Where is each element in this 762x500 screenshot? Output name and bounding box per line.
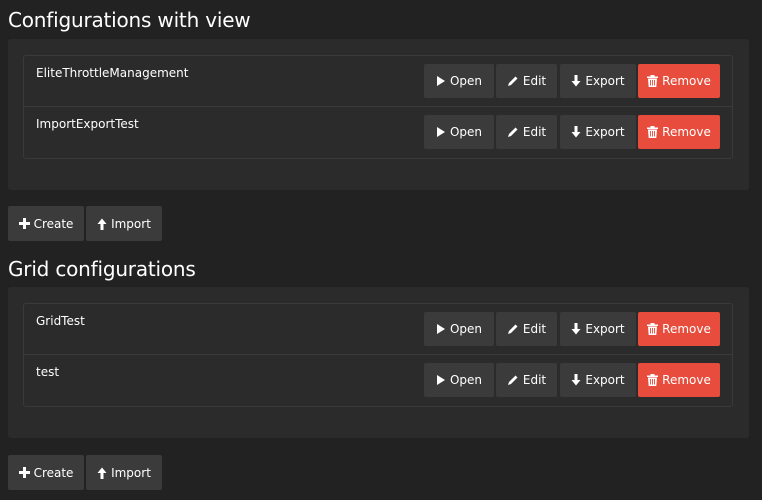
list-item: ImportExportTest Open Edit Export Remove xyxy=(24,107,732,158)
arrow-down-icon xyxy=(571,126,581,138)
play-icon xyxy=(436,127,445,137)
edit-button[interactable]: Edit xyxy=(496,312,557,346)
remove-button[interactable]: Remove xyxy=(638,115,720,149)
views-panel: EliteThrottleManagement Open Edit Export… xyxy=(8,39,749,190)
pencil-icon xyxy=(507,324,518,334)
list-item: GridTest Open Edit Export Remove xyxy=(24,304,732,355)
remove-button[interactable]: Remove xyxy=(638,64,720,98)
edit-button[interactable]: Edit xyxy=(496,363,557,397)
arrow-up-icon xyxy=(97,467,107,479)
list-item: test Open Edit Export Remove xyxy=(24,355,732,406)
config-name: ImportExportTest xyxy=(36,117,139,131)
export-button[interactable]: Export xyxy=(560,115,636,149)
create-config-button[interactable]: Create xyxy=(8,206,84,241)
config-name: EliteThrottleManagement xyxy=(36,66,189,80)
import-config-button[interactable]: Import xyxy=(86,206,162,241)
grid-list: GridTest Open Edit Export Remove test Op… xyxy=(23,303,733,407)
section-title-views: Configurations with view xyxy=(8,8,251,32)
import-grid-button[interactable]: Import xyxy=(86,455,162,490)
trash-icon xyxy=(647,126,659,138)
trash-icon xyxy=(647,323,659,335)
open-button[interactable]: Open xyxy=(424,64,494,98)
views-list: EliteThrottleManagement Open Edit Export… xyxy=(23,55,733,159)
remove-button[interactable]: Remove xyxy=(638,312,720,346)
play-icon xyxy=(436,324,445,334)
open-button[interactable]: Open xyxy=(424,363,494,397)
list-item: EliteThrottleManagement Open Edit Export… xyxy=(24,56,732,107)
pencil-icon xyxy=(507,76,518,86)
edit-button[interactable]: Edit xyxy=(496,115,557,149)
arrow-up-icon xyxy=(97,218,107,230)
play-icon xyxy=(436,76,445,86)
create-grid-button[interactable]: Create xyxy=(8,455,84,490)
plus-icon xyxy=(18,467,30,478)
pencil-icon xyxy=(507,127,518,137)
plus-icon xyxy=(18,218,30,229)
open-button[interactable]: Open xyxy=(424,115,494,149)
config-name: test xyxy=(36,365,60,379)
config-name: GridTest xyxy=(36,314,85,328)
remove-button[interactable]: Remove xyxy=(638,363,720,397)
arrow-down-icon xyxy=(571,374,581,386)
open-button[interactable]: Open xyxy=(424,312,494,346)
grid-panel: GridTest Open Edit Export Remove test Op… xyxy=(8,287,749,438)
export-button[interactable]: Export xyxy=(560,363,636,397)
arrow-down-icon xyxy=(571,323,581,335)
pencil-icon xyxy=(507,375,518,385)
edit-button[interactable]: Edit xyxy=(496,64,557,98)
arrow-down-icon xyxy=(571,75,581,87)
trash-icon xyxy=(647,374,659,386)
play-icon xyxy=(436,375,445,385)
export-button[interactable]: Export xyxy=(560,312,636,346)
export-button[interactable]: Export xyxy=(560,64,636,98)
section-title-grid: Grid configurations xyxy=(8,257,196,281)
trash-icon xyxy=(647,75,659,87)
